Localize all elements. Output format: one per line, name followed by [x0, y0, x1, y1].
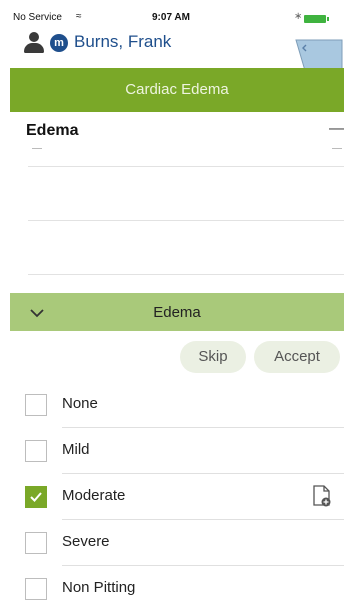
collapse-button[interactable]: —: [329, 120, 344, 138]
checkbox[interactable]: [25, 394, 47, 416]
patient-header: m Burns, Frank: [10, 28, 344, 75]
value-placeholder-left: [32, 148, 42, 149]
patient-name[interactable]: Burns, Frank: [74, 32, 171, 52]
option-non-pitting[interactable]: Non Pitting: [10, 566, 344, 606]
divider: [28, 166, 344, 167]
option-mild[interactable]: Mild: [10, 428, 344, 474]
checkmark-icon: [30, 492, 42, 502]
carrier-label: No Service: [13, 12, 62, 23]
clock: 9:07 AM: [152, 12, 190, 23]
divider: [28, 220, 344, 221]
patient-badge: m: [50, 34, 68, 52]
option-moderate[interactable]: Moderate: [10, 474, 344, 520]
accordion-header[interactable]: Edema: [10, 293, 344, 331]
section-title: Edema: [26, 122, 79, 139]
wifi-icon: ≈: [76, 11, 82, 22]
accordion-label: Edema: [153, 304, 201, 321]
option-label: Mild: [62, 441, 90, 458]
option-label: None: [62, 395, 98, 412]
checkbox-checked[interactable]: [25, 486, 47, 508]
checkbox[interactable]: [25, 578, 47, 600]
bluetooth-icon: ∗: [294, 11, 303, 22]
status-bar: No Service ≈ 9:07 AM ∗: [10, 8, 344, 28]
option-label: Severe: [62, 533, 110, 550]
skip-button[interactable]: Skip: [180, 341, 246, 373]
option-none[interactable]: None: [10, 382, 344, 428]
checkbox[interactable]: [25, 532, 47, 554]
value-placeholder-right: [332, 148, 342, 149]
battery-icon: [304, 15, 326, 23]
app-screen: No Service ≈ 9:07 AM ∗ m Burns, Frank Ca…: [10, 8, 344, 606]
title-bar: Cardiac Edema: [10, 68, 344, 112]
option-severe[interactable]: Severe: [10, 520, 344, 566]
option-label: Non Pitting: [62, 579, 136, 596]
option-label: Moderate: [62, 487, 126, 504]
battery-tip: [327, 17, 329, 21]
page-title: Cardiac Edema: [125, 81, 229, 98]
divider: [28, 274, 344, 275]
person-icon: [24, 32, 44, 54]
add-note-icon[interactable]: [312, 484, 332, 508]
checkbox[interactable]: [25, 440, 47, 462]
accept-button[interactable]: Accept: [254, 341, 340, 373]
